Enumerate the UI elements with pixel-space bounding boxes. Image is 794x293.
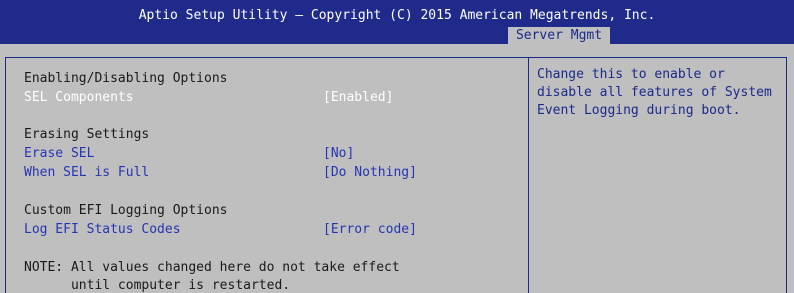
when-sel-full-value[interactable]: [Do Nothing] — [323, 165, 417, 180]
tab-server-mgmt[interactable]: Server Mgmt — [508, 27, 610, 44]
erase-sel-label[interactable]: Erase SEL — [24, 146, 94, 161]
utility-title: Aptio Setup Utility – Copyright (C) 2015… — [138, 8, 656, 23]
help-text: Change this to enable or disable all fea… — [537, 67, 782, 118]
note-line-2: until computer is restarted. — [24, 278, 291, 293]
note-line-1: NOTE: All values changed here do not tak… — [24, 260, 400, 275]
help-line-3: Event Logging during boot. — [537, 103, 741, 118]
section-heading-erasing: Erasing Settings — [24, 127, 150, 142]
help-line-1: Change this to enable or — [537, 67, 725, 82]
sel-components-value[interactable]: [Enabled] — [323, 90, 393, 105]
erase-sel-value[interactable]: [No] — [323, 146, 354, 161]
sel-components-label[interactable]: SEL Components — [24, 90, 134, 105]
help-line-2: disable all features of System — [537, 85, 772, 100]
log-efi-status-value[interactable]: [Error code] — [323, 222, 417, 237]
section-heading-custom-efi: Custom EFI Logging Options — [24, 203, 228, 218]
section-heading-enabling: Enabling/Disabling Options — [24, 71, 228, 86]
header-bar: Aptio Setup Utility – Copyright (C) 2015… — [0, 0, 794, 44]
log-efi-status-label[interactable]: Log EFI Status Codes — [24, 222, 181, 237]
when-sel-full-label[interactable]: When SEL is Full — [24, 165, 149, 180]
panel-divider — [528, 57, 529, 293]
